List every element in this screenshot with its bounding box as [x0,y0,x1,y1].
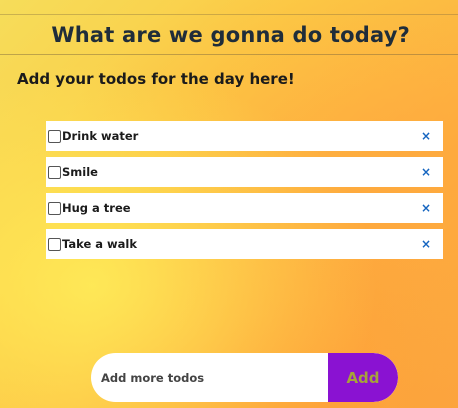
todo-item: Drink water × [46,121,443,151]
todo-item: Take a walk × [46,229,443,259]
todo-checkbox[interactable] [48,201,61,215]
subtitle: Add your todos for the day here! [17,70,295,88]
todo-item: Smile × [46,157,443,187]
close-icon[interactable]: × [419,237,433,251]
todo-label: Take a walk [62,237,138,251]
close-icon[interactable]: × [419,201,433,215]
todo-label: Smile [62,165,98,179]
close-icon[interactable]: × [419,129,433,143]
add-button[interactable]: Add [328,353,398,402]
todo-list: Drink water × Smile × Hug a tree × Take … [46,121,443,265]
todo-item: Hug a tree × [46,193,443,223]
app-header: What are we gonna do today? [0,15,458,55]
todo-checkbox[interactable] [48,129,61,143]
close-icon[interactable]: × [419,165,433,179]
add-todo-form: Add [91,353,398,402]
todo-checkbox[interactable] [48,165,61,179]
page-title: What are we gonna do today? [51,22,410,47]
add-todo-input[interactable] [91,353,328,402]
todo-label: Hug a tree [62,201,131,215]
todo-checkbox[interactable] [48,237,61,251]
todo-label: Drink water [62,129,139,143]
